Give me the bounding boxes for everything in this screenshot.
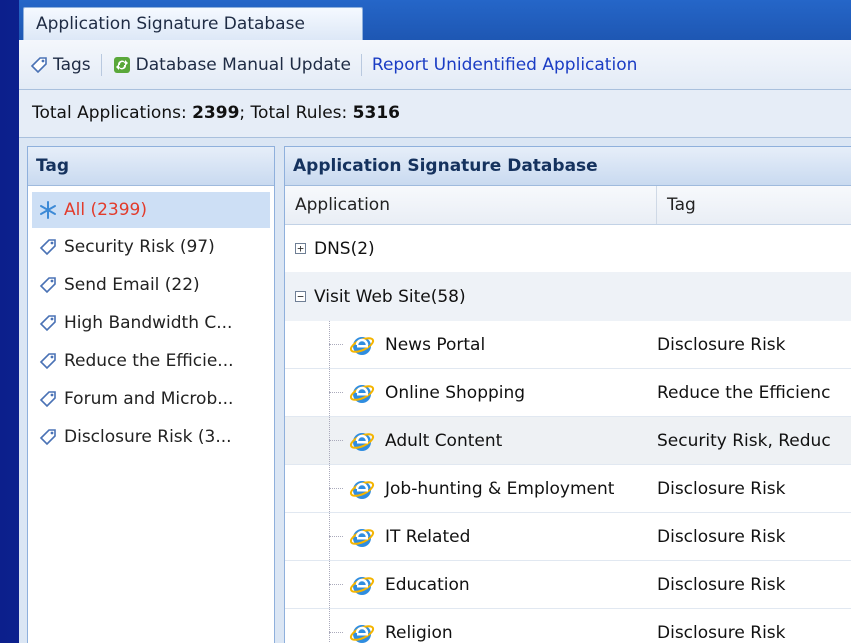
browser-icon	[349, 384, 375, 403]
database-manual-update-button[interactable]: Database Manual Update	[112, 55, 351, 75]
application-grid-title: Application Signature Database	[285, 147, 851, 186]
table-row[interactable]: Adult Content Security Risk, Reduc	[285, 417, 851, 465]
application-name: Job-hunting & Employment	[385, 478, 615, 499]
tree-connector	[329, 344, 343, 345]
browser-icon	[349, 480, 375, 499]
application-name: IT Related	[385, 526, 471, 547]
tag-item-label: Disclosure Risk (3...	[64, 427, 232, 447]
tag-item-disclosure-risk[interactable]: Disclosure Risk (3...	[32, 418, 270, 456]
tag-icon	[39, 353, 56, 370]
tree-connector	[329, 440, 343, 441]
report-unidentified-application-link[interactable]: Report Unidentified Application	[372, 55, 637, 75]
total-applications-count: 2399	[192, 103, 240, 123]
table-row[interactable]: IT Related Disclosure Risk	[285, 513, 851, 561]
tree-connector	[329, 536, 343, 537]
totals-bar: Total Applications: 2399; Total Rules: 5…	[19, 90, 851, 138]
tag-cell: Security Risk, Reduc	[657, 430, 831, 451]
snowflake-icon	[40, 201, 56, 219]
tag-icon	[39, 239, 56, 256]
collapse-icon[interactable]: −	[295, 291, 306, 302]
browser-icon	[349, 576, 375, 595]
tag-icon	[39, 277, 56, 294]
application-name: Online Shopping	[385, 382, 526, 403]
browser-icon	[349, 528, 375, 547]
tag-item-forum-microblog[interactable]: Forum and Microb...	[32, 380, 270, 418]
table-row[interactable]: Online Shopping Reduce the Efficienc	[285, 369, 851, 417]
tag-item-security-risk[interactable]: Security Risk (97)	[32, 228, 270, 266]
tag-icon	[39, 391, 56, 408]
browser-icon	[349, 336, 375, 355]
tab-application-signature-database[interactable]: Application Signature Database	[23, 7, 363, 40]
tag-cell: Disclosure Risk	[657, 574, 786, 595]
table-row[interactable]: News Portal Disclosure Risk	[285, 321, 851, 369]
total-rules-prefix: ; Total Rules:	[239, 103, 353, 123]
expand-icon[interactable]: +	[295, 243, 306, 254]
tag-cell: Disclosure Risk	[657, 334, 786, 355]
tag-item-label: Security Risk (97)	[64, 237, 215, 257]
tree-connector	[329, 632, 343, 633]
application-name: Adult Content	[385, 430, 503, 451]
tag-cell: Disclosure Risk	[657, 622, 786, 643]
application-name: News Portal	[385, 334, 486, 355]
tag-item-label: High Bandwidth C...	[64, 313, 233, 333]
tag-item-high-bandwidth[interactable]: High Bandwidth C...	[32, 304, 270, 342]
tag-cell: Disclosure Risk	[657, 478, 786, 499]
tag-icon	[39, 315, 56, 332]
tree-connector	[329, 392, 343, 393]
group-label: DNS(2)	[314, 238, 375, 259]
application-grid-panel: Application Signature Database Applicati…	[284, 146, 851, 643]
browser-icon	[349, 624, 375, 643]
application-name: Religion	[385, 622, 453, 643]
tags-button[interactable]: Tags	[29, 55, 91, 75]
toolbar-divider	[100, 53, 102, 76]
tag-item-label: All (2399)	[64, 200, 148, 220]
table-row[interactable]: Religion Disclosure Risk	[285, 609, 851, 643]
tags-label: Tags	[53, 54, 91, 75]
refresh-icon	[113, 56, 130, 73]
column-header-tag[interactable]: Tag	[657, 186, 696, 224]
browser-icon	[349, 432, 375, 451]
table-row[interactable]: Job-hunting & Employment Disclosure Risk	[285, 465, 851, 513]
tag-icon	[30, 56, 47, 73]
group-label: Visit Web Site(58)	[314, 286, 466, 307]
tag-cell: Disclosure Risk	[657, 526, 786, 547]
total-rules-count: 5316	[352, 103, 400, 123]
tag-panel-title: Tag	[28, 147, 274, 186]
tag-panel: Tag All (2399) Security Risk (97) Send E…	[27, 146, 275, 643]
column-header-application[interactable]: Application	[285, 186, 657, 224]
tag-item-send-email[interactable]: Send Email (22)	[32, 266, 270, 304]
table-row[interactable]: Education Disclosure Risk	[285, 561, 851, 609]
tree-connector	[329, 584, 343, 585]
report-unidentified-application-label: Report Unidentified Application	[371, 54, 638, 75]
group-row-dns[interactable]: + DNS(2)	[285, 225, 851, 273]
grid-header: Application Tag	[285, 186, 851, 225]
tag-cell: Reduce the Efficienc	[657, 382, 831, 403]
tag-item-label: Reduce the Efficie...	[64, 351, 234, 371]
database-manual-update-label: Database Manual Update	[135, 54, 351, 75]
tree-line	[329, 609, 331, 643]
app-window: Application Signature Database Tags Data…	[19, 0, 851, 643]
tab-bar: Application Signature Database	[19, 0, 851, 40]
toolbar-divider	[360, 53, 362, 76]
tag-icon	[39, 429, 56, 446]
tag-item-label: Forum and Microb...	[64, 389, 234, 409]
total-applications-prefix: Total Applications:	[32, 103, 193, 123]
tree-connector	[329, 488, 343, 489]
tag-item-reduce-efficiency[interactable]: Reduce the Efficie...	[32, 342, 270, 380]
application-name: Education	[385, 574, 470, 595]
tag-item-label: Send Email (22)	[64, 275, 200, 295]
toolbar: Tags Database Manual Update Report Unide…	[19, 40, 851, 90]
group-row-visit-web-site[interactable]: − Visit Web Site(58)	[285, 273, 851, 321]
tag-item-all[interactable]: All (2399)	[32, 192, 270, 228]
